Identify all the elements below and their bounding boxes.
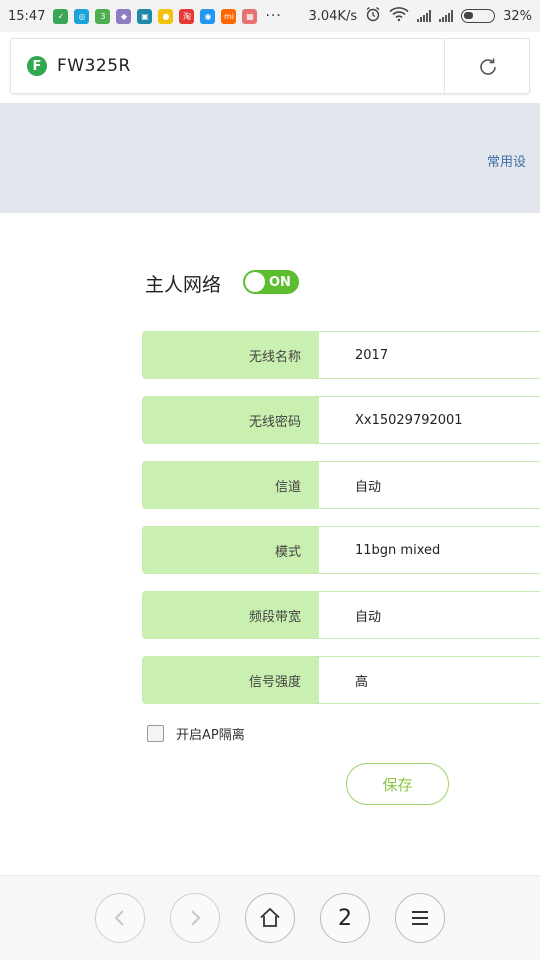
page-title: 主人网络 (145, 274, 222, 296)
field-row-channel: 信道 自动 (142, 461, 540, 509)
battery-percent: 32% (503, 8, 532, 24)
channel-select[interactable]: 自动 (319, 462, 540, 508)
signal-icon-2 (439, 10, 454, 22)
wireless-password-input[interactable]: Xx15029792001 (319, 397, 540, 443)
signal-icon-1 (417, 10, 432, 22)
toggle-label: ON (269, 274, 291, 290)
ap-isolation-option[interactable]: 开启AP隔离 (147, 724, 245, 743)
ap-isolation-checkbox[interactable] (147, 725, 164, 742)
field-row-wireless-password: 无线密码 Xx15029792001 (142, 396, 540, 444)
hamburger-menu-icon (412, 911, 428, 925)
field-label: 信道 (143, 462, 319, 508)
tab-count: 2 (338, 905, 352, 931)
field-label: 无线密码 (143, 397, 319, 443)
more-notifications-icon: ··· (265, 8, 282, 24)
alarm-icon (365, 6, 381, 26)
reload-icon[interactable] (476, 55, 500, 79)
home-icon (260, 907, 280, 927)
notification-icons: ✓ ◎ 3 ◆ ▣ ● 淘 ◉ mi ▦ (53, 8, 263, 24)
wifi-icon (389, 7, 409, 25)
field-label: 频段带宽 (143, 592, 319, 638)
field-row-wireless-name: 无线名称 2017 (142, 331, 540, 379)
menu-button[interactable] (395, 893, 445, 943)
app-teal-icon: ▣ (137, 8, 153, 24)
app-yellow-icon: ● (158, 8, 174, 24)
ap-isolation-label: 开启AP隔离 (176, 728, 245, 743)
browser-icon: ◎ (74, 8, 90, 24)
wireless-name-input[interactable]: 2017 (319, 332, 540, 378)
gallery-icon: ▦ (242, 8, 258, 24)
battery-level-fill (464, 12, 474, 19)
forward-button[interactable] (170, 893, 220, 943)
address-bar-divider (444, 39, 445, 95)
status-bar: 15:47 ✓ ◎ 3 ◆ ▣ ● 淘 ◉ mi ▦ ··· 3.04K/s 32% (0, 0, 540, 32)
field-row-mode: 模式 11bgn mixed (142, 526, 540, 574)
app-3-icon: 3 (95, 8, 111, 24)
page-url-title[interactable]: FW325R (57, 56, 131, 76)
home-button[interactable] (245, 893, 295, 943)
field-label: 无线名称 (143, 332, 319, 378)
mode-select[interactable]: 11bgn mixed (319, 527, 540, 573)
site-favicon-icon: F (27, 56, 47, 76)
page-header: 常用设 (0, 103, 540, 213)
common-settings-link[interactable]: 常用设 (487, 151, 526, 170)
field-row-signal-strength: 信号强度 高 (142, 656, 540, 704)
app-purple-icon: ◆ (116, 8, 132, 24)
chevron-left-icon (114, 910, 124, 926)
status-time: 15:47 (8, 8, 46, 24)
tabs-button[interactable]: 2 (320, 893, 370, 943)
chevron-right-icon (191, 910, 201, 926)
field-row-bandwidth: 频段带宽 自动 (142, 591, 540, 639)
app-red-icon: 淘 (179, 8, 195, 24)
network-speed: 3.04K/s (308, 8, 358, 24)
mi-icon: mi (221, 8, 237, 24)
battery-icon (461, 9, 496, 23)
field-label: 模式 (143, 527, 319, 573)
field-label: 信号强度 (143, 657, 319, 703)
app-blue-icon: ◉ (200, 8, 216, 24)
wechat-icon: ✓ (53, 8, 69, 24)
back-button[interactable] (95, 893, 145, 943)
toggle-knob (245, 272, 265, 292)
signal-strength-select[interactable]: 高 (319, 657, 540, 703)
bandwidth-select[interactable]: 自动 (319, 592, 540, 638)
browser-address-bar[interactable]: F FW325R (10, 38, 530, 95)
save-button[interactable]: 保存 (346, 763, 449, 805)
host-network-toggle[interactable]: ON (243, 270, 299, 294)
browser-bottom-nav: 2 (0, 875, 540, 960)
